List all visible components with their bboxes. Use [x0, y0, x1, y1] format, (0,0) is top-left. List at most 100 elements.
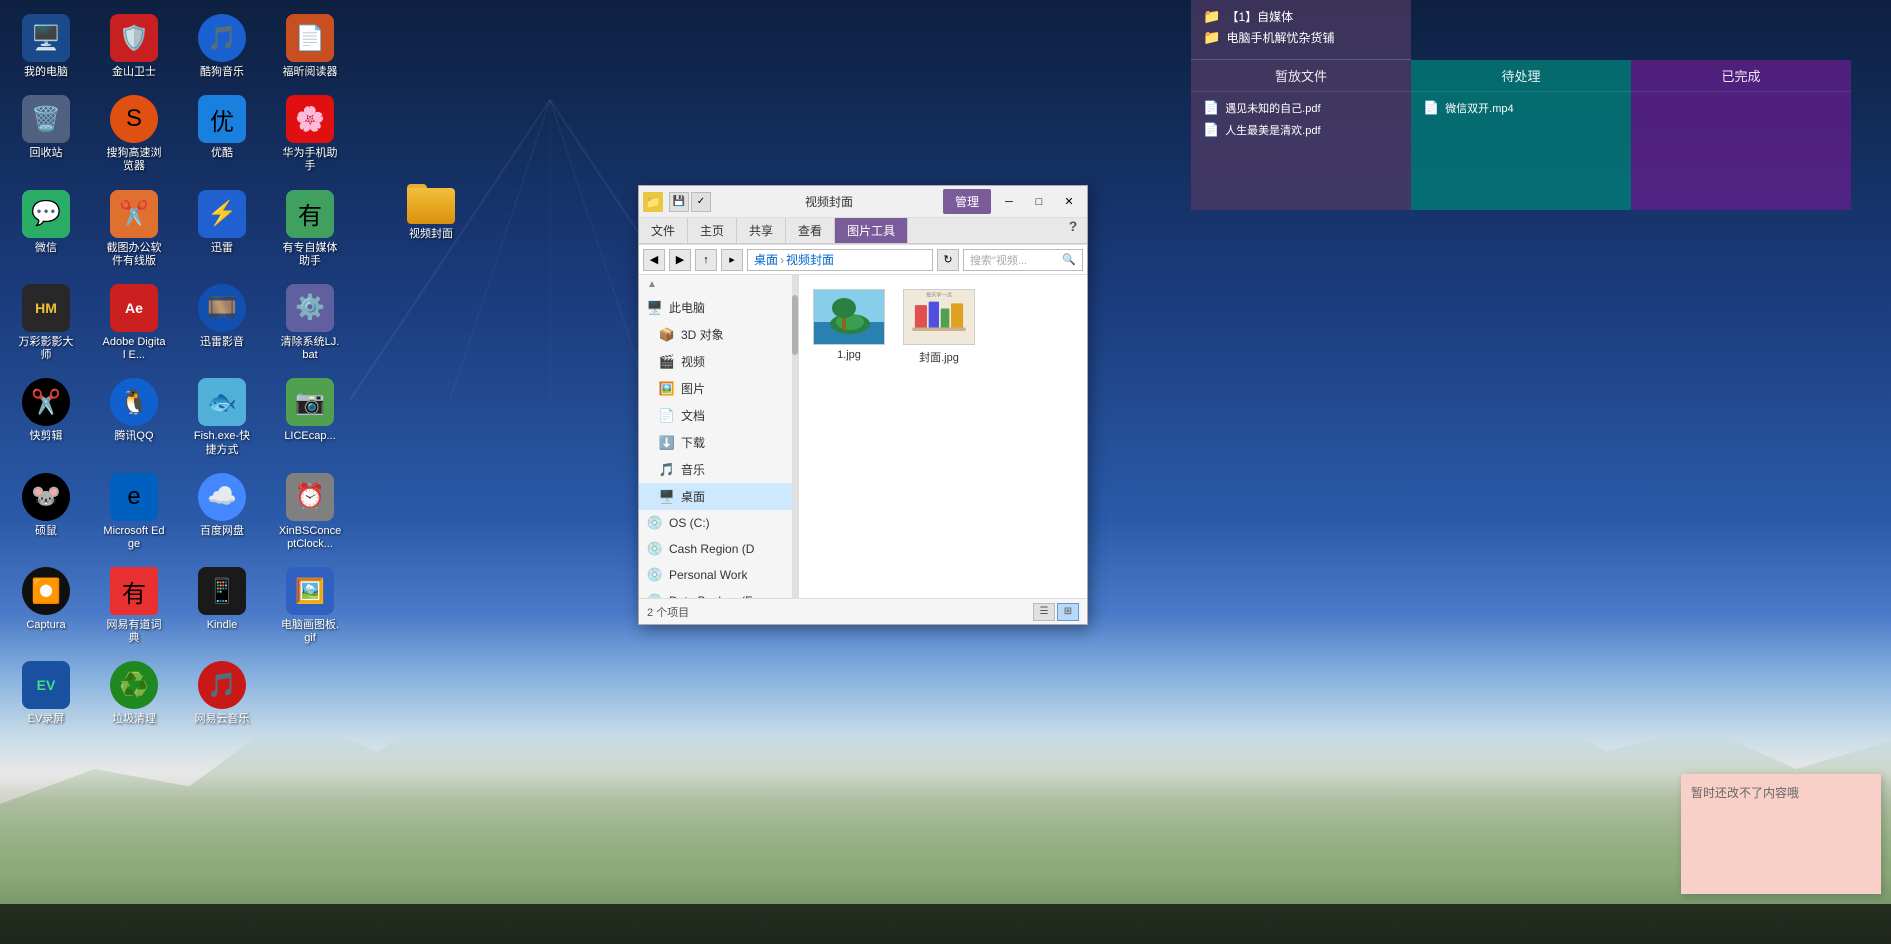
desktop-icon-xinbs[interactable]: ⏰ XinBSConceptClock... — [274, 469, 346, 555]
manage-tab[interactable]: 管理 — [943, 189, 991, 214]
sticky-col-3-header: 已完成 — [1631, 60, 1851, 92]
sidebar-item-documents[interactable]: 📄 文档 — [639, 402, 798, 429]
up-button[interactable]: ↑ — [695, 249, 717, 271]
sidebar-scrollbar[interactable] — [792, 275, 798, 598]
video-icon: 🎬 — [659, 354, 675, 370]
sticky-folder-1[interactable]: 📁 【1】自媒体 — [1203, 8, 1399, 25]
desktop-icon-shuoshu[interactable]: 🐭 硕鼠 — [10, 469, 82, 555]
desktop-icon-youdao[interactable]: 有 网易有道词典 — [98, 563, 170, 649]
sticky-folder-2[interactable]: 📁 电脑手机解忧杂货铺 — [1203, 29, 1399, 46]
sticky-panel: 📁 【1】自媒体 📁 电脑手机解忧杂货铺 暂放文件 📄 遇见未知的自己.pdf … — [1191, 0, 1891, 210]
sticky-file-1[interactable]: 📄 遇见未知的自己.pdf — [1203, 100, 1399, 116]
back-button[interactable]: ◀ — [643, 249, 665, 271]
sidebar-item-personal-work[interactable]: 💿 Personal Work — [639, 562, 798, 588]
ribbon-tab-view[interactable]: 查看 — [786, 218, 835, 243]
search-bar[interactable]: 搜索"视频... 🔍 — [963, 249, 1083, 271]
desktop-icon-qingjie[interactable]: ⚙️ 清除系统LJ.bat — [274, 280, 346, 366]
sidebar-item-os-c[interactable]: 💿 OS (C:) — [639, 510, 798, 536]
desktop-icon-qq[interactable]: 🐧 腾讯QQ — [98, 374, 170, 460]
sidebar-item-this-pc[interactable]: 🖥️ 此电脑 — [639, 294, 798, 321]
path-desktop[interactable]: 桌面 — [754, 251, 778, 268]
sidebar-collapse[interactable]: ▲ — [639, 275, 798, 294]
sidebar-item-data-backup[interactable]: 💿 Data Backup (F: — [639, 588, 798, 598]
maximize-button[interactable]: □ — [1025, 191, 1053, 213]
titlebar-quick-actions: 💾 ✓ — [669, 192, 711, 212]
desktop-icon-huawei[interactable]: 🌸 华为手机助手 — [274, 91, 346, 177]
desktop-icon-jietuban[interactable]: ✂️ 截图办公软件有线版 — [98, 186, 170, 272]
sidebar-item-pictures[interactable]: 🖼️ 图片 — [639, 375, 798, 402]
desktop-icon-captura[interactable]: ⏺️ Captura — [10, 563, 82, 649]
desktop-icon-sogou[interactable]: S 搜狗高速浏览器 — [98, 91, 170, 177]
downloads-icon: ⬇️ — [659, 435, 675, 451]
desktop-icon-adobe[interactable]: Ae Adobe Digital E... — [98, 280, 170, 366]
refresh-btn[interactable]: ↻ — [937, 249, 959, 271]
desktop-icon-baidu-pan[interactable]: ☁️ 百度网盘 — [186, 469, 258, 555]
desktop-icon-wechat[interactable]: 💬 微信 — [10, 186, 82, 272]
desktop-icon-licecap[interactable]: 📷 LICEcap... — [274, 374, 346, 460]
ribbon-tab-picture-tools[interactable]: 图片工具 — [835, 218, 908, 243]
desktop-icon-youku[interactable]: 优 优酷 — [186, 91, 258, 177]
path-video-cover[interactable]: 视频封面 — [786, 251, 834, 268]
sidebar-item-downloads[interactable]: ⬇️ 下载 — [639, 429, 798, 456]
desktop-icon-xunlei-shadow[interactable]: 🎞️ 迅雷影音 — [186, 280, 258, 366]
minimize-button[interactable]: ─ — [995, 191, 1023, 213]
desktop-icon-wansai[interactable]: HM 万彩影影大师 — [10, 280, 82, 366]
sidebar-item-3d[interactable]: 📦 3D 对象 — [639, 321, 798, 348]
file-item-1[interactable]: 1.jpg — [809, 285, 889, 369]
view-list-button[interactable]: ☰ — [1033, 603, 1055, 621]
sticky-file-2[interactable]: 📄 人生最美是清欢.pdf — [1203, 122, 1399, 138]
sidebar-item-music[interactable]: 🎵 音乐 — [639, 456, 798, 483]
sidebar-item-video[interactable]: 🎬 视频 — [639, 348, 798, 375]
ribbon-tab-home[interactable]: 主页 — [688, 218, 737, 243]
window-controls: ─ □ ✕ — [995, 191, 1083, 213]
quick-save-btn[interactable]: 💾 — [669, 192, 689, 212]
help-button[interactable]: ? — [1059, 218, 1087, 234]
search-icon: 🔍 — [1062, 253, 1076, 266]
desktop-icon-recycle[interactable]: 🗑️ 回收站 — [10, 91, 82, 177]
window-body: ▲ 🖥️ 此电脑 📦 3D 对象 🎬 视频 🖼️ 图片 📄 文档 — [639, 275, 1087, 598]
desktop-icon-xunlei[interactable]: ⚡ 迅雷 — [186, 186, 258, 272]
forward-button[interactable]: ▶ — [669, 249, 691, 271]
desktop-icon-kindle[interactable]: 📱 Kindle — [186, 563, 258, 649]
sticky-col-3: 已完成 — [1631, 60, 1851, 210]
desktop-icon-kuaijian[interactable]: ✂️ 快剪辑 — [10, 374, 82, 460]
island-thumbnail — [814, 290, 884, 344]
pink-sticky-note[interactable]: 暂时还改不了内容哦 — [1681, 774, 1881, 894]
address-path[interactable]: 桌面 › 视频封面 — [747, 249, 933, 271]
window-title: 视频封面 — [719, 193, 939, 210]
view-large-button[interactable]: ⊞ — [1057, 603, 1079, 621]
close-button[interactable]: ✕ — [1055, 191, 1083, 213]
folder-icon — [407, 184, 455, 224]
desktop-icon-edge[interactable]: e Microsoft Edge — [98, 469, 170, 555]
ribbon-tab-share[interactable]: 共享 — [737, 218, 786, 243]
view-buttons: ☰ ⊞ — [1033, 603, 1079, 621]
desktop-icon-kugou[interactable]: 🎵 酷狗音乐 — [186, 10, 258, 83]
item-count: 2 个项目 — [647, 604, 689, 620]
window-titlebar: 📁 💾 ✓ 视频封面 管理 ─ □ ✕ — [639, 186, 1087, 218]
file-item-cover[interactable]: 每天学一点 封面.jpg — [899, 285, 979, 369]
quick-check-btn[interactable]: ✓ — [691, 192, 711, 212]
desktop-icon-fuyin[interactable]: 📄 福昕阅读器 — [274, 10, 346, 83]
desktop-folder-video-cover[interactable]: 视频封面 — [395, 180, 467, 245]
this-pc-icon: 🖥️ — [647, 300, 663, 316]
sidebar-item-cash-region[interactable]: 💿 Cash Region (D — [639, 536, 798, 562]
ribbon-tab-file[interactable]: 文件 — [639, 218, 688, 243]
desktop-icon-jinshan[interactable]: 🛡️ 金山卫士 — [98, 10, 170, 83]
sticky-file-3[interactable]: 📄 微信双开.mp4 — [1423, 100, 1619, 116]
desktop-icon-ev[interactable]: EV EV录屏 — [10, 657, 82, 730]
file-thumb-cover: 每天学一点 — [903, 289, 975, 345]
file-sidebar: ▲ 🖥️ 此电脑 📦 3D 对象 🎬 视频 🖼️ 图片 📄 文档 — [639, 275, 799, 598]
desktop-icon-netease-music[interactable]: 🎵 网易云音乐 — [186, 657, 258, 730]
desktop-icon-trash-clean[interactable]: ♻️ 垃圾清理 — [98, 657, 170, 730]
nav-expand-btn[interactable]: ▸ — [721, 249, 743, 271]
sidebar-item-desktop[interactable]: 🖥️ 桌面 — [639, 483, 798, 510]
desktop-icon-pc-draw[interactable]: 🖼️ 电脑画图板.gif — [274, 563, 346, 649]
desktop-icon-my-computer[interactable]: 🖥️ 我的电脑 — [10, 10, 82, 83]
file-thumb-1 — [813, 289, 885, 345]
desktop-nav-icon: 🖥️ — [659, 489, 675, 505]
sticky-col-2: 待处理 📄 微信双开.mp4 — [1411, 60, 1631, 210]
desktop-icon-youzhuanmei[interactable]: 有 有专自媒体助手 — [274, 186, 346, 272]
sidebar-scrollbar-thumb[interactable] — [792, 295, 798, 355]
desktop-icon-fish[interactable]: 🐟 Fish.exe-快捷方式 — [186, 374, 258, 460]
documents-icon: 📄 — [659, 408, 675, 424]
